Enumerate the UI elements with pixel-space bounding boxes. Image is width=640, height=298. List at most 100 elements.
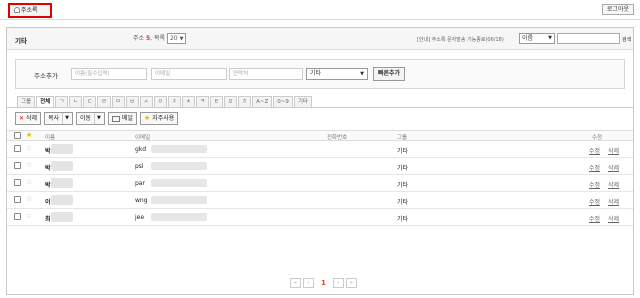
col-group[interactable]: 그룹 <box>397 133 407 141</box>
copy-button[interactable]: 복사 ▼ <box>44 112 73 125</box>
search-field-value: 이름 <box>522 35 534 42</box>
edit-link[interactable]: 수정 <box>589 197 600 206</box>
table-row: ☆ 박 par 기타 수정 삭제 <box>7 175 633 192</box>
quick-add-form: 주소추가 이름(필수입력) 이메일 연락처 기타 ▼ 빠른추가 <box>15 59 625 89</box>
delete-label: 삭제 <box>26 115 38 122</box>
search-field-select[interactable]: 이름 ▼ <box>519 33 555 44</box>
group-select[interactable]: 기타 ▼ <box>306 68 368 80</box>
edit-link[interactable]: 수정 <box>589 163 600 172</box>
copy-label: 복사 <box>48 115 60 122</box>
edit-link[interactable]: 수정 <box>589 214 600 223</box>
mail-label: 메일 <box>121 115 133 122</box>
phone-input[interactable]: 연락처 <box>229 68 303 80</box>
per-page-value: 20 <box>169 35 178 42</box>
delete-link[interactable]: 삭제 <box>608 146 619 155</box>
pagination: « ‹ 1 › » <box>289 277 358 288</box>
chevron-down-icon: ▼ <box>179 36 184 42</box>
tabs-divider <box>7 107 633 108</box>
star-icon[interactable]: ☆ <box>26 195 32 203</box>
contact-name[interactable]: 박 <box>45 163 51 172</box>
action-toolbar: ✕ 삭제 복사 ▼ 이동 ▼ 메일 ★ 자주사용 <box>15 112 181 125</box>
quick-add-button[interactable]: 빠른추가 <box>373 67 406 81</box>
delete-link[interactable]: 삭제 <box>608 197 619 206</box>
redacted-email <box>151 162 207 170</box>
star-icon[interactable]: ☆ <box>26 161 32 169</box>
current-page[interactable]: 1 <box>321 279 326 287</box>
count-sep: , 목록 <box>150 35 166 42</box>
table-header: ★ 이름 이메일 전화번호 그룹 수정 <box>7 130 633 141</box>
row-checkbox[interactable] <box>14 145 21 152</box>
redacted-name <box>51 195 73 205</box>
col-email[interactable]: 이메일 <box>135 133 150 141</box>
contact-group: 기타 <box>397 182 409 189</box>
redacted-name <box>51 212 73 222</box>
redacted-email <box>151 145 207 153</box>
top-bar: 주소록 로그아웃 <box>0 0 640 20</box>
delete-link[interactable]: 삭제 <box>608 214 619 223</box>
mail-button[interactable]: 메일 <box>107 112 137 125</box>
row-checkbox[interactable] <box>14 179 21 186</box>
col-name[interactable]: 이름 <box>45 133 55 141</box>
move-button[interactable]: 이동 ▼ <box>75 112 105 125</box>
chevron-down-icon: ▼ <box>360 71 364 77</box>
contact-group: 기타 <box>397 216 409 223</box>
contact-name[interactable]: 최 <box>45 214 51 223</box>
panel-header: 기타 주소 5, 목록 20 ▼ [안내] 주소록 문자발송 기능종료(06/18… <box>7 28 633 50</box>
last-page-button[interactable]: » <box>345 277 357 288</box>
delete-link[interactable]: 삭제 <box>608 180 619 189</box>
star-icon[interactable]: ★ <box>26 131 32 139</box>
redacted-name <box>51 178 73 188</box>
contact-email[interactable]: par <box>135 180 145 187</box>
contact-name[interactable]: 박 <box>45 146 51 155</box>
envelope-icon <box>111 115 120 122</box>
delete-link[interactable]: 삭제 <box>608 163 619 172</box>
star-icon[interactable]: ☆ <box>26 144 32 152</box>
table-row: ☆ 최 jee 기타 수정 삭제 <box>7 209 633 226</box>
table-row: ☆ 박 psi 기타 수정 삭제 <box>7 158 633 175</box>
search-input[interactable] <box>557 33 620 44</box>
contact-email[interactable]: psi <box>135 163 144 170</box>
edit-link[interactable]: 수정 <box>589 180 600 189</box>
chevron-down-icon: ▼ <box>62 113 69 124</box>
star-icon: ★ <box>143 114 151 122</box>
chevron-down-icon: ▼ <box>94 113 101 124</box>
group-select-value: 기타 <box>310 70 322 77</box>
contact-email[interactable]: gkd <box>135 146 146 153</box>
favorite-label: 자주사용 <box>152 115 175 122</box>
next-page-button[interactable]: › <box>332 277 344 288</box>
folder-title: 기타 <box>15 37 27 45</box>
contact-table: ★ 이름 이메일 전화번호 그룹 수정 ☆ 박 gkd 기타 수정 삭제 ☆ 박 psi 기타 수정… <box>7 130 633 226</box>
col-edit: 수정 <box>592 135 603 141</box>
star-icon[interactable]: ☆ <box>26 178 32 186</box>
addressbook-button[interactable]: 주소록 <box>8 3 52 18</box>
contact-group: 기타 <box>397 148 409 155</box>
addressbook-panel: 기타 주소 5, 목록 20 ▼ [안내] 주소록 문자발송 기능종료(06/18… <box>6 27 634 295</box>
contact-email[interactable]: jee <box>135 214 144 221</box>
first-page-button[interactable]: « <box>290 277 301 288</box>
edit-link[interactable]: 수정 <box>589 146 600 155</box>
row-checkbox[interactable] <box>14 213 21 220</box>
contact-name[interactable]: 이 <box>45 197 51 206</box>
person-icon <box>14 7 20 13</box>
delete-button[interactable]: ✕ 삭제 <box>15 112 42 125</box>
per-page-select[interactable]: 20 ▼ <box>166 33 187 44</box>
contact-email[interactable]: wng <box>135 197 148 204</box>
table-body: ☆ 박 gkd 기타 수정 삭제 ☆ 박 psi 기타 수정 삭제 ☆ 박 par 기타 수정 삭제 ☆ 이 wng 기타… <box>7 141 633 226</box>
close-icon: ✕ <box>19 115 25 122</box>
select-all-checkbox[interactable] <box>14 132 21 139</box>
count-area: 주소 5, 목록 20 ▼ <box>133 33 187 44</box>
row-checkbox[interactable] <box>14 162 21 169</box>
favorite-button[interactable]: ★ 자주사용 <box>139 112 179 125</box>
logout-button[interactable]: 로그아웃 <box>601 4 634 15</box>
name-input[interactable]: 이름(필수입력) <box>71 68 147 80</box>
search-button[interactable]: 검색 <box>622 36 631 43</box>
row-checkbox[interactable] <box>14 196 21 203</box>
chevron-down-icon: ▼ <box>548 35 552 41</box>
contact-name[interactable]: 박 <box>45 180 51 189</box>
email-input[interactable]: 이메일 <box>151 68 227 80</box>
contact-group: 기타 <box>397 165 409 172</box>
star-icon[interactable]: ☆ <box>26 212 32 220</box>
col-phone[interactable]: 전화번호 <box>327 133 347 141</box>
prev-page-button[interactable]: ‹ <box>303 277 314 288</box>
redacted-name <box>51 144 73 154</box>
